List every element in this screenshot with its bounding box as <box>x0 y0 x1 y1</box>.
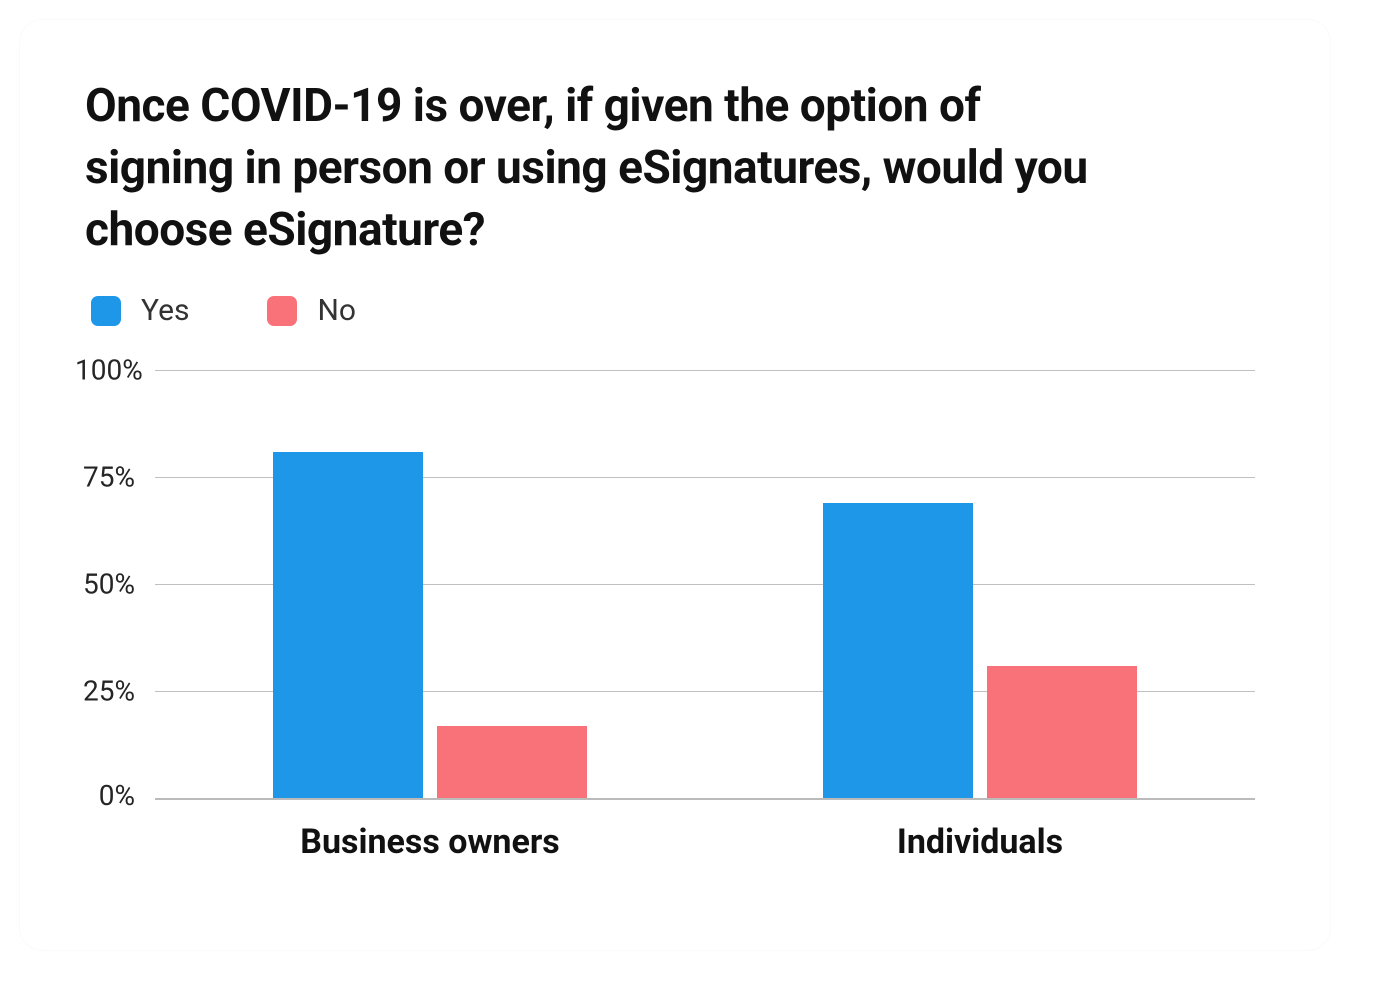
bar-group-individuals <box>705 370 1255 798</box>
legend-item-no: No <box>267 293 356 328</box>
y-tick-0: 0% <box>75 779 145 812</box>
bar-business-owners-yes <box>273 452 423 799</box>
bar-individuals-no <box>987 666 1137 799</box>
plot-area: 0% 25% 50% 75% 100% <box>155 370 1255 800</box>
chart-title: Once COVID-19 is over, if given the opti… <box>85 75 1135 261</box>
bar-business-owners-no <box>437 726 587 799</box>
y-axis: 0% 25% 50% 75% 100% <box>85 370 155 798</box>
y-tick-25: 25% <box>75 675 145 708</box>
chart-card: Once COVID-19 is over, if given the opti… <box>20 20 1330 950</box>
legend-swatch-no <box>267 296 297 326</box>
legend-label-yes: Yes <box>141 293 189 328</box>
bar-group-business-owners <box>155 370 705 798</box>
legend: Yes No <box>91 293 1275 328</box>
chart-area: 0% 25% 50% 75% 100% <box>155 370 1255 862</box>
bar-individuals-yes <box>823 503 973 798</box>
legend-item-yes: Yes <box>91 293 189 328</box>
x-label-individuals: Individuals <box>705 822 1255 862</box>
legend-swatch-yes <box>91 296 121 326</box>
y-tick-100: 100% <box>75 354 145 387</box>
y-tick-75: 75% <box>75 461 145 494</box>
x-axis-labels: Business owners Individuals <box>155 822 1255 862</box>
legend-label-no: No <box>317 293 356 328</box>
bars-layer <box>155 370 1255 798</box>
y-tick-50: 50% <box>75 568 145 601</box>
x-label-business-owners: Business owners <box>155 822 705 862</box>
